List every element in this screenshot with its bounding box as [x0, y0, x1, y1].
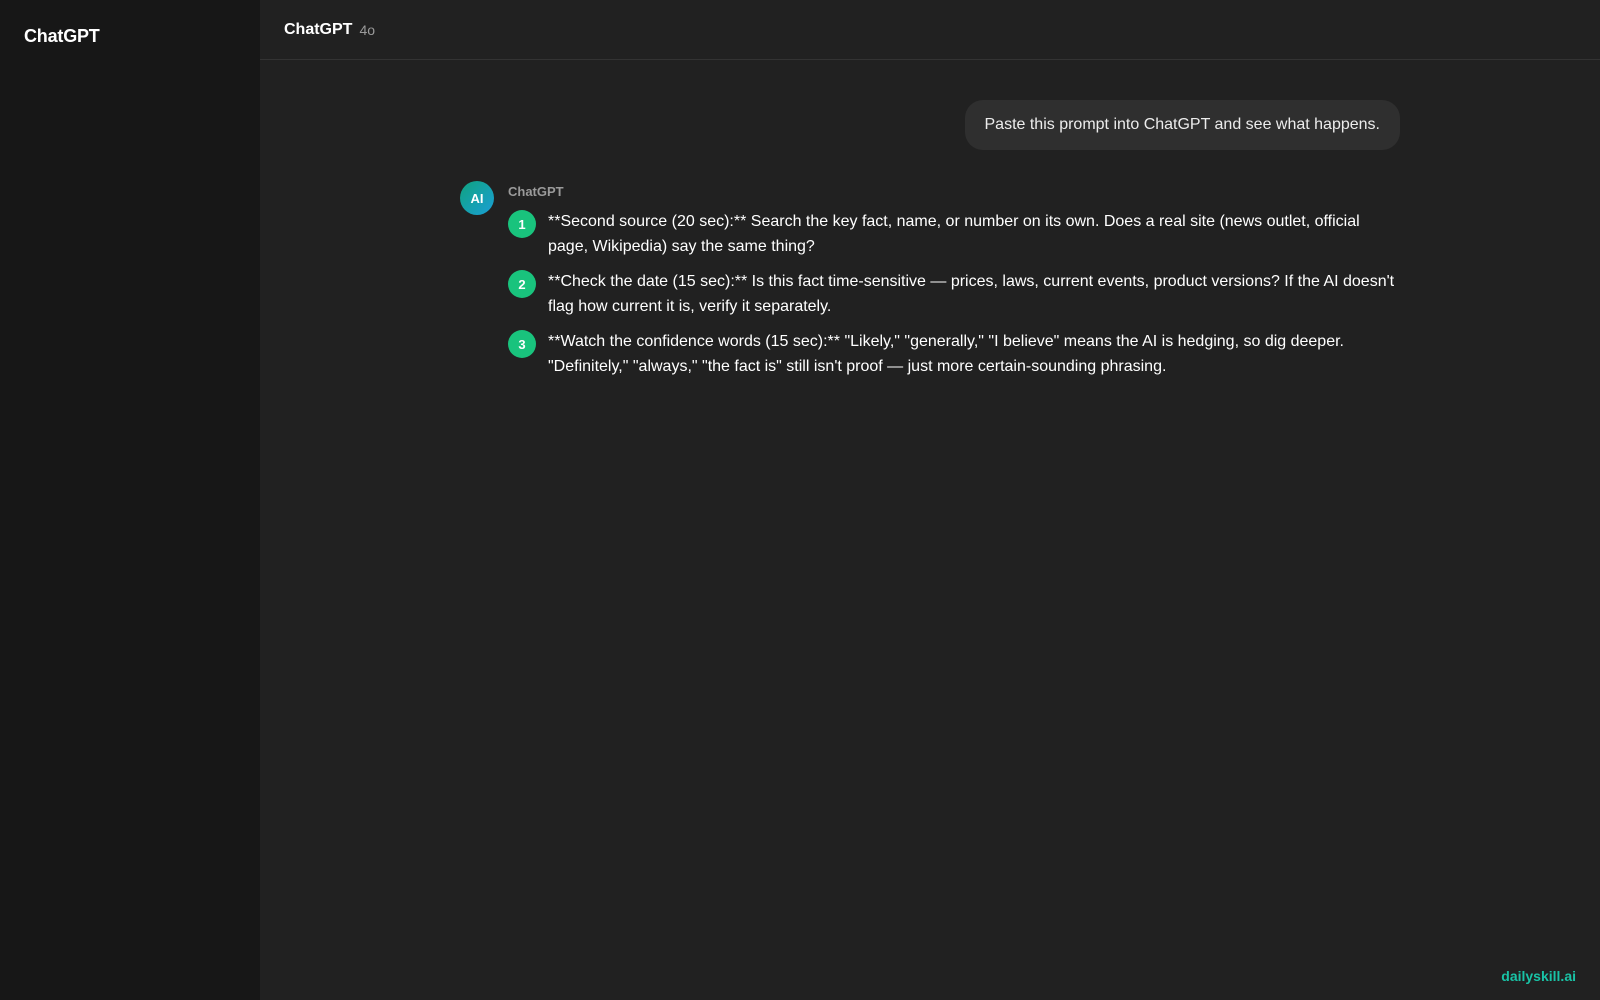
sidebar: ChatGPT	[0, 0, 260, 1000]
watermark: dailyskill.ai	[1501, 968, 1576, 984]
list-item: 1 **Second source (20 sec):** Search the…	[508, 209, 1400, 259]
step-text: **Second source (20 sec):** Search the k…	[548, 213, 1360, 255]
assistant-message: AI ChatGPT 1 **Second source (20 sec):**…	[460, 181, 1400, 389]
assistant-avatar: AI	[460, 181, 494, 215]
assistant-message-body: ChatGPT 1 **Second source (20 sec):** Se…	[508, 181, 1400, 389]
step-number-badge: 2	[508, 270, 536, 298]
user-message-bubble: Paste this prompt into ChatGPT and see w…	[964, 100, 1400, 150]
step-text: **Watch the confidence words (15 sec):**…	[548, 333, 1344, 375]
app-window: ChatGPT ChatGPT 4o Paste this prompt int…	[0, 0, 1600, 1000]
top-bar: ChatGPT 4o	[260, 0, 1600, 60]
sidebar-title[interactable]: ChatGPT	[24, 26, 236, 47]
steps-list: 1 **Second source (20 sec):** Search the…	[508, 209, 1400, 379]
model-badge[interactable]: 4o	[359, 22, 375, 38]
assistant-name: ChatGPT	[508, 184, 564, 199]
user-message-row: Paste this prompt into ChatGPT and see w…	[964, 100, 1400, 150]
header-title[interactable]: ChatGPT	[284, 21, 352, 39]
step-number-badge: 3	[508, 330, 536, 358]
step-number-badge: 1	[508, 210, 536, 238]
main-panel: ChatGPT 4o Paste this prompt into ChatGP…	[260, 0, 1600, 1000]
list-item: 3 **Watch the confidence words (15 sec):…	[508, 329, 1400, 379]
step-text: **Check the date (15 sec):** Is this fac…	[548, 273, 1395, 315]
list-item: 2 **Check the date (15 sec):** Is this f…	[508, 269, 1400, 319]
